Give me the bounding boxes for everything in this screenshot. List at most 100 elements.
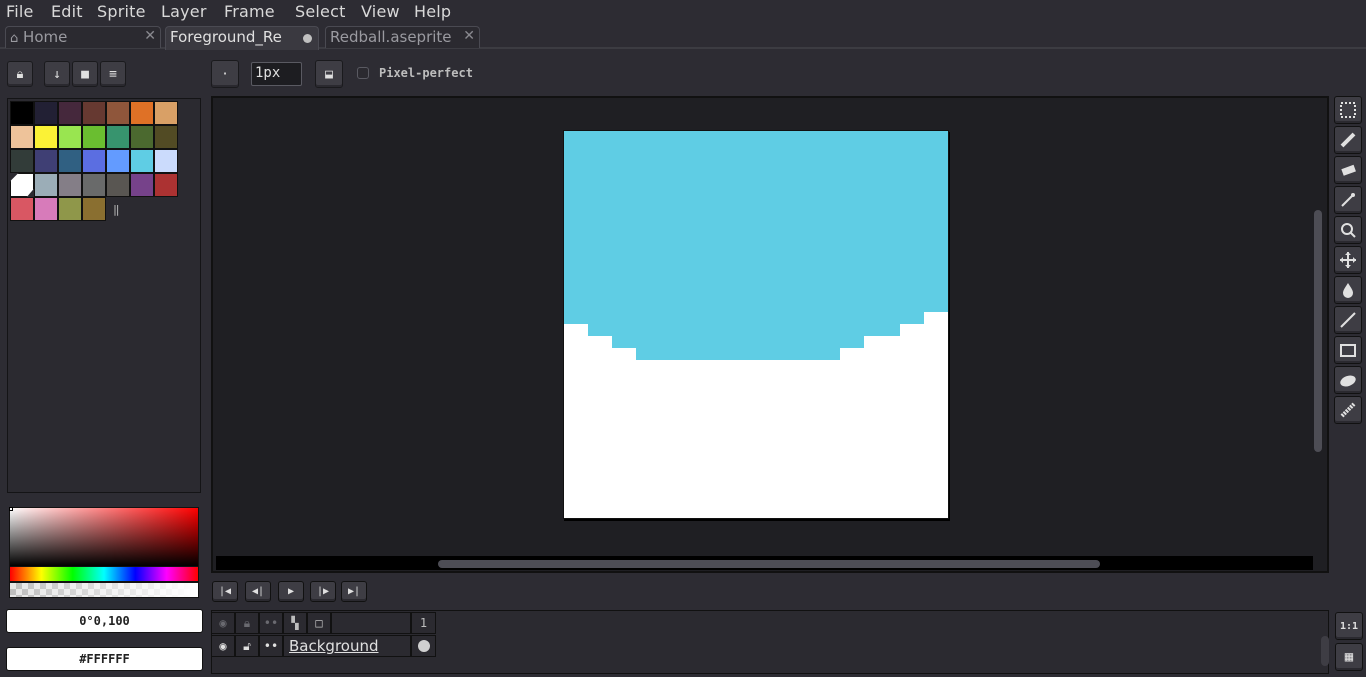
tab-foreground[interactable]: Foreground_Re (165, 26, 319, 50)
play-icon: ▶ (287, 586, 295, 597)
palette-swatch[interactable] (130, 149, 154, 173)
menu-select[interactable]: Select (295, 2, 346, 21)
palette-swatch[interactable] (154, 173, 178, 197)
menu-help[interactable]: Help (414, 2, 451, 21)
palette-swatch[interactable] (82, 125, 106, 149)
next-frame-icon: |▶ (316, 586, 330, 597)
pixel-perfect-checkbox[interactable] (357, 67, 369, 79)
palette-options-button[interactable]: ≡ (100, 61, 126, 87)
sprite-canvas[interactable] (563, 130, 949, 519)
layer-visibility-toggle[interactable]: ◉ (211, 635, 235, 657)
palette-swatch[interactable] (82, 173, 106, 197)
palette-swatch[interactable] (10, 149, 34, 173)
layer-name[interactable]: Background (289, 637, 379, 655)
palette-swatch[interactable] (130, 173, 154, 197)
horizontal-scrollbar[interactable] (438, 560, 1100, 568)
palette-swatch[interactable] (34, 173, 58, 197)
palette-resize-handle[interactable]: ‖ (113, 203, 120, 216)
palette-swatch[interactable] (58, 149, 82, 173)
play-button[interactable]: ▶ (278, 581, 304, 602)
zoom-tool-button[interactable] (1334, 216, 1362, 244)
frame-header[interactable]: 1 (411, 612, 436, 634)
menu-frame[interactable]: Frame (224, 2, 275, 21)
palette-swatch[interactable] (154, 149, 178, 173)
blur-tool-button[interactable] (1334, 396, 1362, 424)
palette-presets-button[interactable]: ■ (72, 61, 98, 87)
close-icon[interactable]: ✕ (463, 28, 475, 44)
hue-slider[interactable] (9, 566, 199, 582)
unsaved-dot-icon[interactable] (303, 34, 312, 43)
layer-lock-toggle[interactable]: 🔓︎ (235, 635, 259, 657)
tab-redball[interactable]: Redball.aseprite ✕ (325, 26, 480, 48)
last-frame-button[interactable]: ▶| (341, 581, 367, 602)
layer-group-header[interactable]: ▚ (283, 612, 307, 634)
cel[interactable] (411, 635, 436, 657)
palette-swatch[interactable] (106, 125, 130, 149)
eyedropper-tool-button[interactable] (1334, 186, 1362, 214)
vertical-scrollbar[interactable] (1314, 210, 1322, 452)
tab-home[interactable]: ⌂ Home ✕ (5, 26, 161, 48)
palette-lock-button[interactable]: 🔒︎ (7, 61, 33, 87)
palette-swatch[interactable] (58, 197, 82, 221)
tab-label: Redball.aseprite (330, 28, 452, 46)
palette-swatch[interactable] (58, 125, 82, 149)
menu-sprite[interactable]: Sprite (97, 2, 146, 21)
palette-swatch[interactable] (10, 125, 34, 149)
contour-tool-button[interactable] (1334, 366, 1362, 394)
brush-type-button[interactable]: · (211, 60, 239, 88)
layer-row[interactable]: Background (283, 635, 411, 657)
first-frame-button[interactable]: |◀ (212, 581, 238, 602)
palette-swatch[interactable] (10, 197, 34, 221)
menu-layer[interactable]: Layer (161, 2, 207, 21)
toggle-lock-header[interactable]: 🔒︎ (235, 612, 259, 634)
marquee-tool-button[interactable] (1334, 96, 1362, 124)
palette-swatch[interactable] (130, 101, 154, 125)
palette-swatch[interactable] (34, 197, 58, 221)
zoom-label: 1:1 (1339, 620, 1359, 632)
palette-swatch[interactable] (154, 125, 178, 149)
line-tool-button[interactable] (1334, 306, 1362, 334)
brush-size-field[interactable]: 1px (251, 62, 302, 86)
lock-icon: 🔒︎ (243, 615, 251, 630)
menu-file[interactable]: File (6, 2, 34, 21)
zoom-icon (1341, 223, 1356, 238)
timeline-toggle-button[interactable]: ▦ (1335, 643, 1363, 671)
menu-view[interactable]: View (361, 2, 400, 21)
palette-swatch[interactable] (130, 125, 154, 149)
onion-skin-header[interactable]: □ (307, 612, 331, 634)
layer-continuous-toggle[interactable]: •• (259, 635, 283, 657)
zoom-reset-button[interactable]: 1:1 (1335, 612, 1363, 640)
palette-swatch[interactable] (58, 173, 82, 197)
palette-swatch[interactable] (82, 101, 106, 125)
palette-swatch[interactable] (34, 101, 58, 125)
close-icon[interactable]: ✕ (144, 28, 156, 44)
ink-type-button[interactable]: ⬓ (315, 60, 343, 88)
eraser-tool-button[interactable] (1334, 156, 1362, 184)
next-frame-button[interactable]: |▶ (310, 581, 336, 602)
palette-swatch[interactable] (82, 197, 106, 221)
palette-swatch[interactable] (154, 101, 178, 125)
saturation-value-picker[interactable] (9, 507, 199, 567)
hex-color-field[interactable]: #FFFFFF (6, 647, 203, 671)
palette-swatch[interactable] (82, 149, 106, 173)
paint-bucket-tool-button[interactable] (1334, 276, 1362, 304)
toggle-continuous-header[interactable]: •• (259, 612, 283, 634)
palette-swatch[interactable] (106, 149, 130, 173)
palette-swatch[interactable] (106, 101, 130, 125)
rectangle-tool-button[interactable] (1334, 336, 1362, 364)
palette-swatch[interactable] (34, 149, 58, 173)
timeline-vertical-scrollbar[interactable] (1321, 636, 1329, 666)
pencil-tool-button[interactable] (1334, 126, 1362, 154)
palette-swatch[interactable] (10, 101, 34, 125)
palette-sort-button[interactable]: ↓ (44, 61, 70, 87)
previous-frame-button[interactable]: ◀| (245, 581, 271, 602)
move-tool-button[interactable] (1334, 246, 1362, 274)
toggle-visibility-header[interactable]: ◉ (211, 612, 235, 634)
palette-swatch[interactable] (58, 101, 82, 125)
palette-swatch[interactable] (34, 125, 58, 149)
menu-edit[interactable]: Edit (51, 2, 83, 21)
tab-label: Foreground_Re (170, 28, 282, 46)
alpha-slider[interactable] (9, 582, 199, 598)
palette-swatch[interactable] (106, 173, 130, 197)
hsv-value-field[interactable]: 0°0,100 (6, 609, 203, 633)
